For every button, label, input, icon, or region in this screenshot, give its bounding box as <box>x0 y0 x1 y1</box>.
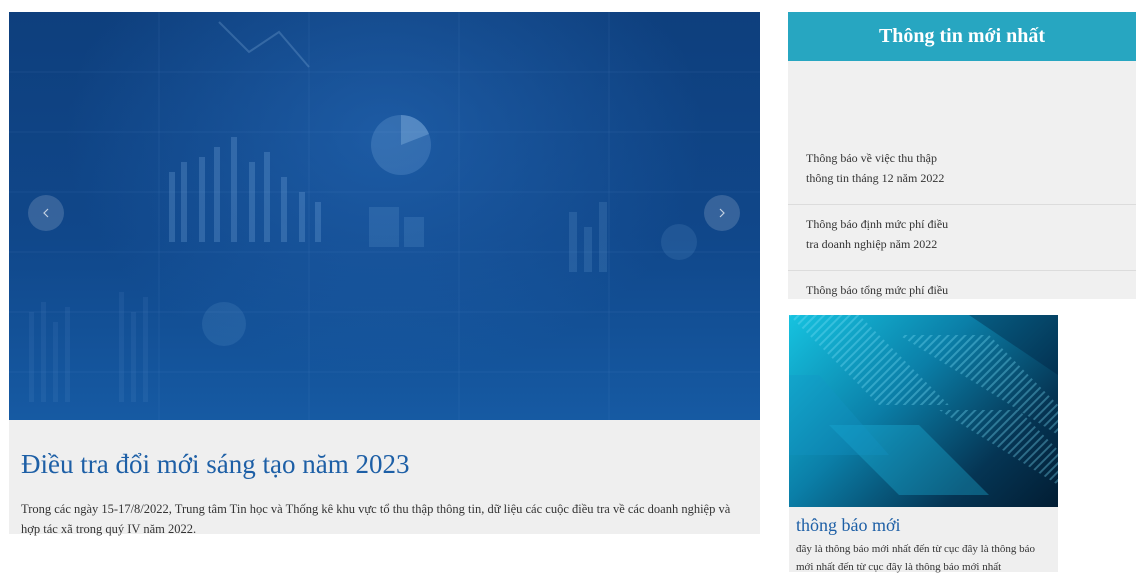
slider-description: Trong các ngày 15-17/8/2022, Trung tâm T… <box>21 502 731 536</box>
news-item[interactable]: Thông báo về việc thu thập thông tin thá… <box>788 139 1136 205</box>
news-item[interactable]: Thông báo định mức phí điều tra doanh ng… <box>788 205 1136 271</box>
slider-caption: Điều tra đổi mới sáng tạo năm 2023 Trong… <box>9 420 760 536</box>
slider-title[interactable]: Điều tra đổi mới sáng tạo năm 2023 <box>21 449 409 480</box>
slider-background-image <box>9 12 760 420</box>
announcement-card: thông báo mới đây là thông báo mới nhất … <box>789 507 1058 573</box>
announcement-title[interactable]: thông báo mới <box>796 515 901 536</box>
chevron-right-icon <box>719 208 725 218</box>
chevron-left-icon <box>43 208 49 218</box>
announcement-image[interactable] <box>789 315 1058 507</box>
latest-news-header: Thông tin mới nhất <box>788 12 1136 61</box>
news-item-label[interactable]: Thông báo về việc thu thập thông tin thá… <box>806 148 956 188</box>
hero-slider[interactable] <box>9 12 760 420</box>
abstract-stripes-image <box>789 315 1058 495</box>
announcement-text: đây là thông báo mới nhất đến từ cục đây… <box>796 543 1036 573</box>
slider-prev-button[interactable] <box>28 195 64 231</box>
news-item-label[interactable]: Thông báo định mức phí điều tra doanh ng… <box>806 214 956 254</box>
latest-news-panel: Thông tin mới nhất Thông báo về việc thu… <box>788 12 1136 299</box>
slider-next-button[interactable] <box>704 195 740 231</box>
news-list: Thông báo về việc thu thập thông tin thá… <box>788 139 1136 299</box>
news-item-label[interactable]: Thông báo tổng mức phí điều <box>806 280 956 299</box>
news-item[interactable]: Thông báo tổng mức phí điều <box>788 271 1136 299</box>
